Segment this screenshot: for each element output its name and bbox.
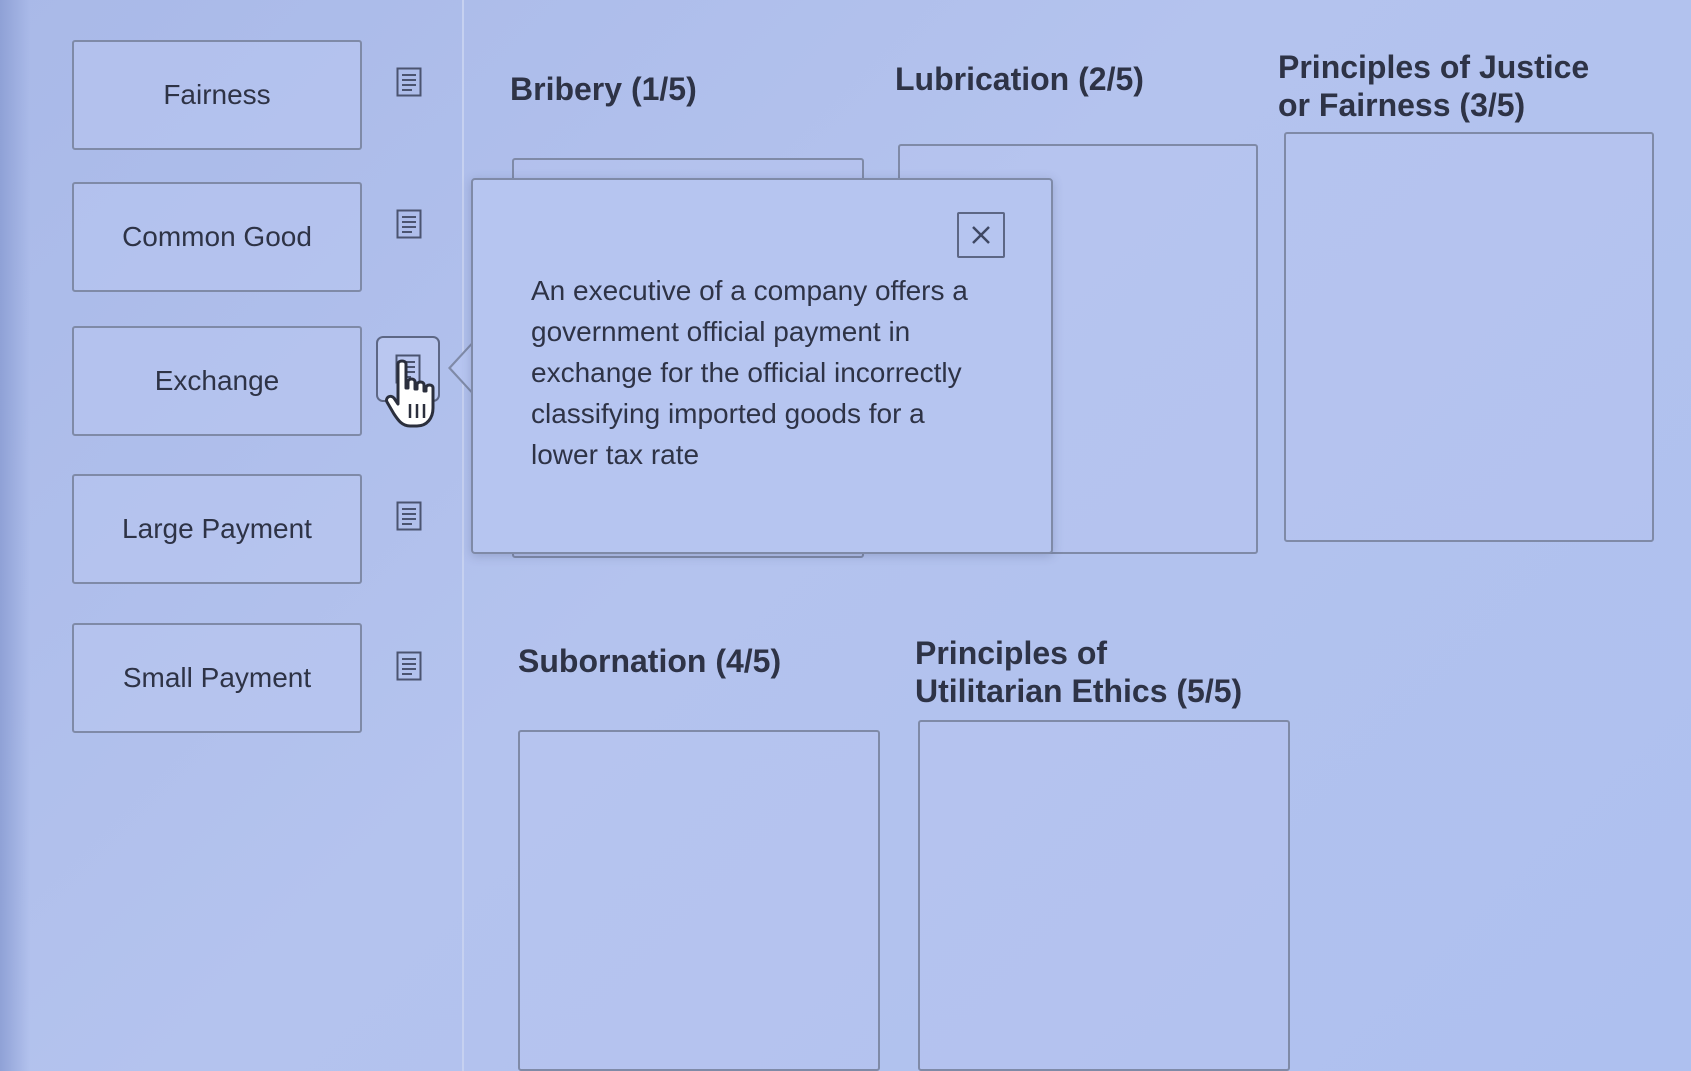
document-icon[interactable] <box>395 208 423 240</box>
term-card-small-payment[interactable]: Small Payment <box>72 623 362 733</box>
page-edge <box>0 0 30 1071</box>
close-button[interactable] <box>957 212 1005 258</box>
category-title-lubrication: Lubrication (2/5) <box>895 61 1144 97</box>
document-icon[interactable] <box>395 500 423 532</box>
category-title-utilitarian: Principles of Utilitarian Ethics (5/5) <box>915 635 1243 709</box>
term-card-common-good[interactable]: Common Good <box>72 182 362 292</box>
popover-text: An executive of a company offers a gover… <box>531 275 968 470</box>
popover-arrow <box>448 342 472 394</box>
term-label: Exchange <box>154 365 280 396</box>
category-title-justice: Principles of Justice or Fairness (3/5) <box>1278 49 1590 123</box>
term-label: Large Payment <box>122 513 312 544</box>
drop-zone-justice[interactable] <box>1284 132 1654 542</box>
term-card-fairness[interactable]: Fairness <box>72 40 362 150</box>
scenario-popover: An executive of a company offers a gover… <box>471 178 1053 554</box>
term-card-large-payment[interactable]: Large Payment <box>72 474 362 584</box>
column-divider <box>462 0 464 1071</box>
hand-cursor-icon <box>385 359 435 428</box>
category-title-bribery: Bribery (1/5) <box>510 71 697 107</box>
term-card-exchange[interactable]: Exchange <box>72 326 362 436</box>
document-icon[interactable] <box>395 66 423 98</box>
term-label: Small Payment <box>122 662 312 693</box>
document-icon[interactable] <box>395 650 423 682</box>
drop-zone-utilitarian[interactable] <box>918 720 1290 1071</box>
drop-zone-subornation[interactable] <box>518 730 880 1071</box>
close-icon <box>972 226 990 244</box>
category-title-subornation: Subornation (4/5) <box>518 643 782 679</box>
term-label: Fairness <box>163 79 271 110</box>
term-label: Common Good <box>122 221 312 252</box>
